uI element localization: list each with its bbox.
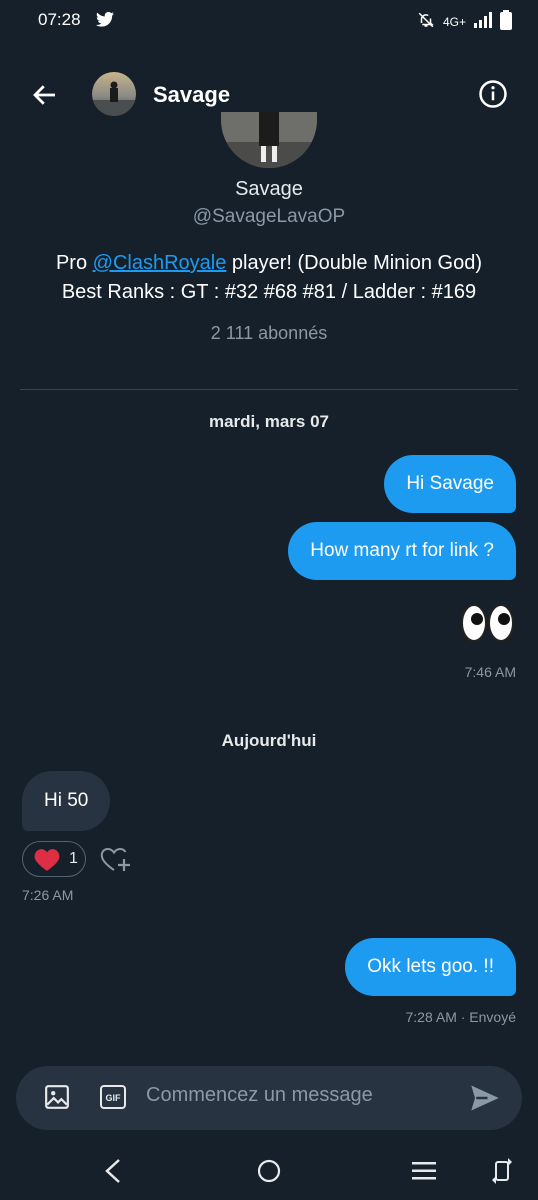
nav-home-icon[interactable]	[257, 1159, 281, 1188]
network-type: 4G+	[442, 14, 466, 29]
sent-message[interactable]: How many rt for link ?	[288, 522, 516, 580]
mute-bell-icon	[417, 11, 435, 32]
reaction-count: 1	[69, 850, 78, 867]
battery-icon	[500, 10, 512, 33]
sent-message[interactable]: Hi Savage	[384, 455, 516, 513]
header-title: Savage	[153, 82, 231, 107]
heart-icon	[33, 848, 61, 877]
date-separator: Aujourd'hui	[221, 731, 317, 750]
gif-label: GIF	[106, 1093, 122, 1103]
message-composer: GIF Commencez un message	[16, 1066, 522, 1130]
status-bar: 07:28 4G+	[0, 0, 538, 44]
image-icon[interactable]	[44, 1084, 70, 1115]
message-timestamp: 7:26 AM	[22, 887, 74, 903]
info-icon[interactable]	[478, 79, 508, 109]
profile-bio: Pro @ClashRoyale player! (Double Minion …	[20, 249, 518, 307]
followers-count: 2 111 abonnés	[210, 323, 328, 343]
nav-back-icon[interactable]	[102, 1158, 124, 1189]
bio-mention-link[interactable]: @ClashRoyale	[93, 252, 227, 274]
bio-ranks: Best Ranks : GT : #32 #68 #81 / Ladder :…	[61, 281, 477, 303]
bio-text: player! (Double Minion God)	[226, 252, 483, 274]
profile-picture[interactable]	[221, 112, 317, 168]
avatar[interactable]	[92, 72, 136, 116]
bio-text: Pro	[55, 252, 93, 274]
add-reaction-icon[interactable]	[100, 845, 132, 875]
send-icon[interactable]	[470, 1084, 500, 1117]
message-input[interactable]: Commencez un message	[146, 1084, 373, 1107]
eyes-emoji-icon[interactable]	[460, 603, 516, 643]
profile-name: Savage	[235, 178, 303, 200]
message-status: 7:28 AM · Envoyé	[405, 1009, 516, 1025]
signal-icon	[474, 12, 492, 31]
sent-message[interactable]: Okk lets goo. !!	[345, 938, 516, 996]
status-time: 07:28	[38, 10, 81, 29]
received-message[interactable]: Hi 50	[22, 771, 111, 831]
system-nav-bar	[0, 1140, 538, 1200]
gif-icon[interactable]: GIF	[100, 1085, 126, 1114]
rotate-icon[interactable]	[492, 1158, 512, 1189]
message-timestamp: 7:46 AM	[464, 664, 516, 680]
date-separator: mardi, mars 07	[208, 412, 329, 431]
twitter-bird-icon	[96, 11, 114, 32]
profile-handle: @SavageLavaOP	[192, 206, 346, 227]
divider	[20, 389, 518, 390]
reaction-pill[interactable]: 1	[22, 841, 86, 877]
nav-recents-icon[interactable]	[412, 1161, 436, 1186]
back-arrow-icon[interactable]	[30, 80, 60, 110]
